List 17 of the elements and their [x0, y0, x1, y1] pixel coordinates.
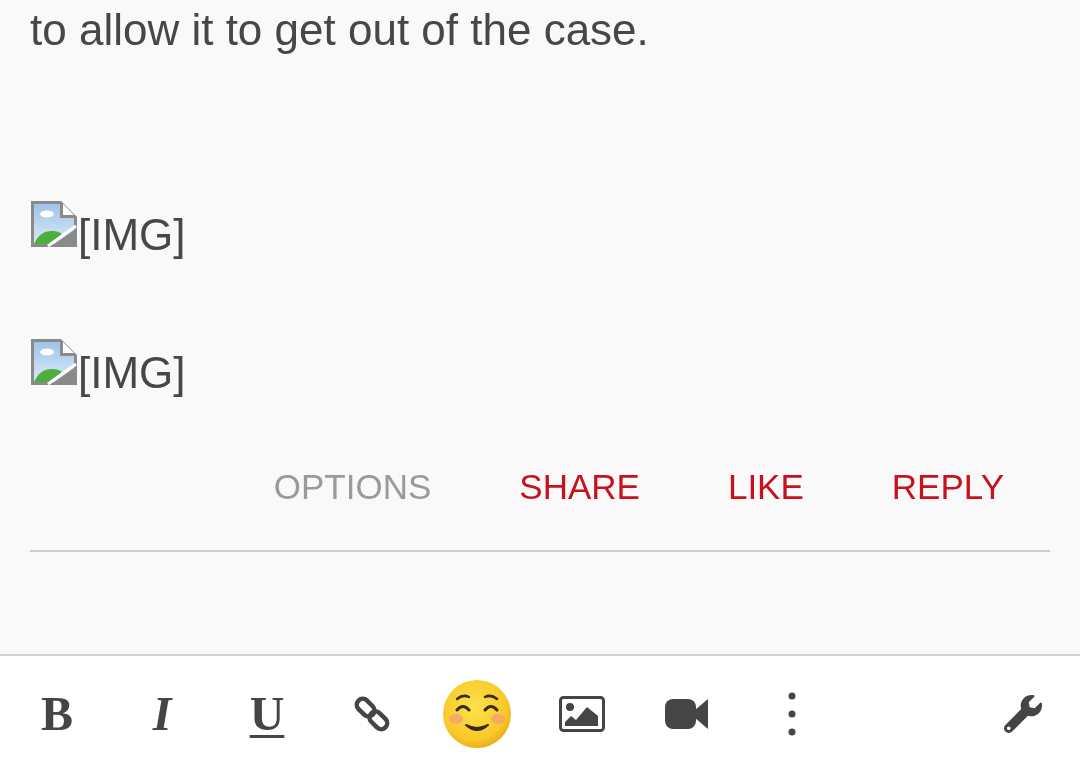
- video-camera-icon: [665, 697, 709, 730]
- smiling-face-icon: [442, 678, 512, 749]
- more-icon: [788, 691, 796, 736]
- share-button[interactable]: SHARE: [519, 467, 640, 507]
- bold-button[interactable]: B: [22, 678, 92, 749]
- wrench-icon: [1004, 694, 1042, 733]
- italic-button[interactable]: I: [127, 678, 197, 749]
- broken-image-icon: [30, 200, 78, 248]
- reply-button[interactable]: REPLY: [891, 467, 1004, 507]
- broken-image-icon: [30, 338, 78, 386]
- post-text: to allow it to get out of the case.: [30, 4, 650, 56]
- image-alt-text: [IMG]: [78, 347, 186, 399]
- underline-button[interactable]: U: [232, 678, 302, 749]
- image-alt-text: [IMG]: [78, 209, 186, 261]
- like-button[interactable]: LIKE: [727, 467, 804, 507]
- emoji-button[interactable]: [442, 678, 512, 749]
- image-icon: [559, 695, 605, 732]
